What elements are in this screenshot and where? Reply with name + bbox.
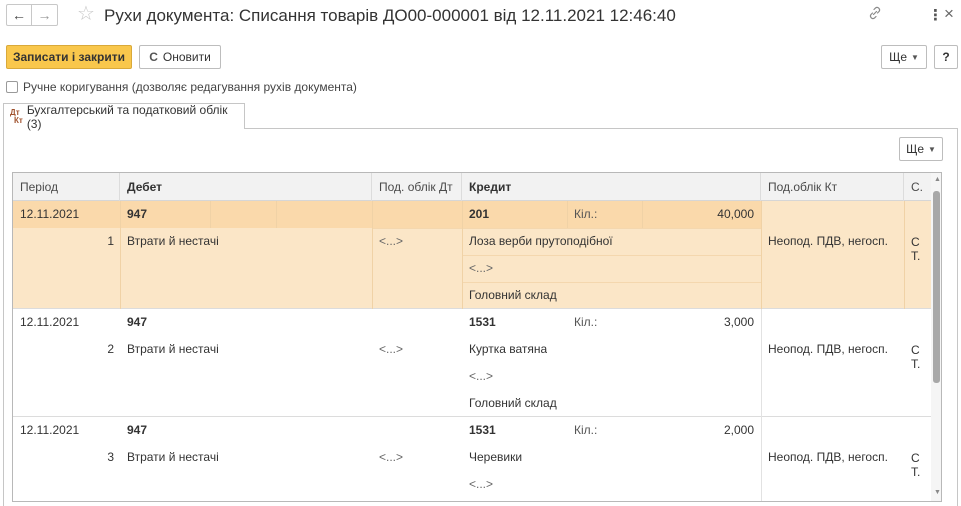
manual-edit-row: Ручне коригування (дозволяє редагування … <box>6 80 357 94</box>
col-period[interactable]: Період <box>13 173 120 201</box>
table-row[interactable]: 12.11.2021 3 947 Втрати й нестачі <...> … <box>13 417 931 501</box>
scroll-up-icon[interactable]: ▲ <box>934 176 941 183</box>
row-number: 3 <box>107 450 114 464</box>
chevron-down-icon: ▼ <box>928 144 936 154</box>
credit-account: 1531 <box>469 315 496 329</box>
scroll-thumb[interactable] <box>933 191 940 383</box>
credit-subconto-2: <...> <box>469 477 494 491</box>
debit-credit-icon: Дт Кт <box>10 107 23 125</box>
c-value-1: С <box>911 451 920 465</box>
c-value-1: С <box>911 343 920 357</box>
tax-dt-value: <...> <box>379 342 404 356</box>
credit-subconto-1: Лоза верби прутоподібної <box>469 234 613 248</box>
c-value-2: Т. <box>911 357 921 371</box>
debit-account: 947 <box>127 423 148 437</box>
credit-subconto-3: Головний склад <box>469 288 557 302</box>
row-number: 2 <box>107 342 114 356</box>
credit-subconto-1: Куртка ватяна <box>469 342 548 356</box>
debit-account: 947 <box>127 207 148 221</box>
tab-accounting-label: Бухгалтерський та податковий облік (3) <box>26 102 228 131</box>
forward-button[interactable]: → <box>32 4 58 26</box>
debit-subconto: Втрати й нестачі <box>127 342 219 356</box>
more-label: Ще <box>889 50 907 64</box>
col-credit[interactable]: Кредит <box>462 173 761 201</box>
tax-dt-value: <...> <box>379 234 404 248</box>
grid-more-button[interactable]: Ще ▼ <box>899 137 943 161</box>
tax-kt-value: Неопод. ПДВ, негосп. <box>768 342 888 356</box>
row-number: 1 <box>107 234 114 248</box>
arrow-left-icon: ← <box>12 7 26 23</box>
quantity-value: 3,000 <box>723 315 754 329</box>
tax-dt-value: <...> <box>379 450 404 464</box>
c-value-1: С <box>911 235 920 249</box>
credit-account: 201 <box>469 207 490 221</box>
table-row[interactable]: 12.11.2021 1 947 Втрати й нестачі <...> … <box>13 201 931 309</box>
chevron-down-icon: ▼ <box>911 52 919 62</box>
link-icon[interactable] <box>868 6 882 24</box>
col-tax-kt[interactable]: Под.облік Кт <box>761 173 904 201</box>
quantity-value: 40,000 <box>717 207 754 221</box>
favorite-star-icon[interactable]: ☆ <box>77 3 95 25</box>
table-header: Період Дебет Под. облік Дт Кредит Под.об… <box>13 173 931 201</box>
manual-edit-checkbox[interactable] <box>6 81 18 93</box>
debit-account: 947 <box>127 315 148 329</box>
arrow-right-icon: → <box>37 7 52 23</box>
back-button[interactable]: ← <box>6 4 32 26</box>
credit-subconto-2: <...> <box>469 369 494 383</box>
debit-subconto: Втрати й нестачі <box>127 450 219 464</box>
tax-kt-value: Неопод. ПДВ, негосп. <box>768 234 888 248</box>
c-value-2: Т. <box>911 249 921 263</box>
quantity-label: Кіл.: <box>574 207 598 221</box>
debit-subconto: Втрати й нестачі <box>127 234 219 248</box>
refresh-button[interactable]: C Оновити <box>139 45 221 69</box>
window-title: Рухи документа: Списання товарів ДО00-00… <box>104 6 676 25</box>
tax-kt-value: Неопод. ПДВ, негосп. <box>768 450 888 464</box>
table-row[interactable]: 12.11.2021 2 947 Втрати й нестачі <...> … <box>13 309 931 417</box>
title-bar: ← → ☆ Рухи документа: Списання товарів Д… <box>0 0 961 32</box>
close-icon[interactable]: × <box>944 4 954 24</box>
save-and-close-button[interactable]: Записати і закрити <box>6 45 132 69</box>
refresh-label: Оновити <box>162 50 211 64</box>
more-vertical-icon[interactable]: ⋮ <box>928 6 943 24</box>
col-c[interactable]: С. <box>904 173 931 201</box>
quantity-value: 2,000 <box>723 423 754 437</box>
credit-subconto-3: Головний склад <box>469 396 557 410</box>
quantity-label: Кіл.: <box>574 315 598 329</box>
row-period: 12.11.2021 <box>20 423 80 437</box>
c-value-2: Т. <box>911 465 921 479</box>
refresh-icon: C <box>149 50 158 64</box>
credit-account: 1531 <box>469 423 496 437</box>
scroll-down-icon[interactable]: ▼ <box>934 489 941 496</box>
more-button[interactable]: Ще ▼ <box>881 45 927 69</box>
quantity-label: Кіл.: <box>574 423 598 437</box>
col-debit[interactable]: Дебет <box>120 173 372 201</box>
credit-subconto-2: <...> <box>469 261 494 275</box>
vertical-scrollbar[interactable]: ▲ ▼ <box>931 173 941 501</box>
grid-more-label: Ще <box>906 142 924 156</box>
movements-table[interactable]: Період Дебет Под. облік Дт Кредит Под.об… <box>12 172 942 502</box>
row-period: 12.11.2021 <box>20 207 80 221</box>
tab-accounting[interactable]: Дт Кт Бухгалтерський та податковий облік … <box>3 102 245 131</box>
manual-edit-label[interactable]: Ручне коригування (дозволяє редагування … <box>23 80 357 94</box>
row-period: 12.11.2021 <box>20 315 80 329</box>
col-tax-dt[interactable]: Под. облік Дт <box>372 173 462 201</box>
help-button[interactable]: ? <box>934 45 958 69</box>
credit-subconto-1: Черевики <box>469 450 523 464</box>
